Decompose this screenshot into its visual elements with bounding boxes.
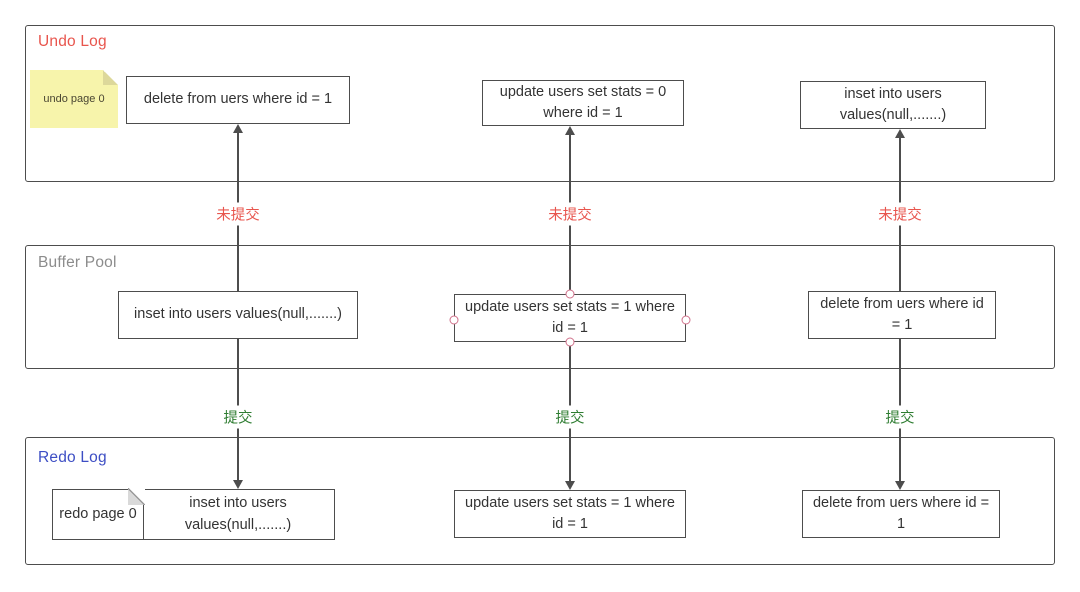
arrow-down-2-head [564,481,575,490]
edge-label-committed-2: 提交 [550,405,590,429]
buffer-box-3-text: delete from uers where id = 1 [820,295,984,333]
buffer-box-2-text: update users set stats = 1 where id = 1 [465,298,675,336]
edge-label-uncommitted-2: 未提交 [543,202,597,226]
redo-box-2-text: update users set stats = 1 where id = 1 [465,494,675,532]
undo-page-note[interactable]: undo page 0 [30,70,118,128]
redo-box-3-text: delete from uers where id = 1 [812,494,990,532]
resize-handle-left[interactable] [449,315,459,325]
undo-box-3[interactable]: inset into users values(null,.......) [800,81,986,129]
arrow-up-1-head [232,124,243,133]
undo-page-note-label: undo page 0 [43,92,105,105]
arrow-down-1-head [232,480,243,489]
undo-box-2-text: update users set stats = 0 where id = 1 [499,83,667,121]
undo-box-1[interactable]: delete from uers where id = 1 [126,76,350,124]
undo-box-1-text: delete from uers where id = 1 [143,91,333,108]
note-fold-icon [103,70,118,85]
edge-label-committed-3: 提交 [880,405,920,429]
redo-page-note[interactable]: redo page 0 [52,488,145,540]
section-redo-log-label: Redo Log [38,449,107,466]
redo-box-3[interactable]: delete from uers where id = 1 [802,490,1000,538]
section-undo-log-label: Undo Log [38,33,107,50]
buffer-box-1-text: inset into users values(null,.......) [134,306,342,323]
resize-handle-top[interactable] [565,289,575,299]
resize-handle-bottom[interactable] [565,337,575,347]
note-fold-icon [127,488,145,506]
undo-box-2[interactable]: update users set stats = 0 where id = 1 [482,80,684,126]
redo-page-note-label: redo page 0 [59,505,137,522]
diagram-canvas: Undo Log undo page 0 delete from uers wh… [0,0,1080,592]
buffer-box-3[interactable]: delete from uers where id = 1 [808,291,996,339]
redo-box-2[interactable]: update users set stats = 1 where id = 1 [454,490,686,538]
buffer-box-2[interactable]: update users set stats = 1 where id = 1 [454,294,686,342]
edge-label-uncommitted-3: 未提交 [873,202,927,226]
buffer-box-1[interactable]: inset into users values(null,.......) [118,291,358,339]
arrow-up-2-head [564,126,575,135]
edge-label-uncommitted-1: 未提交 [211,202,265,226]
edge-label-committed-1: 提交 [218,405,258,429]
resize-handle-right[interactable] [681,315,691,325]
arrow-up-3-head [894,129,905,138]
arrow-down-3-head [894,481,905,490]
redo-box-1-text: inset into users values(null,.......) [184,495,292,533]
undo-box-3-text: inset into users values(null,.......) [839,85,947,123]
section-buffer-pool-label: Buffer Pool [38,254,117,271]
redo-box-1[interactable]: inset into users values(null,.......) [141,489,335,540]
